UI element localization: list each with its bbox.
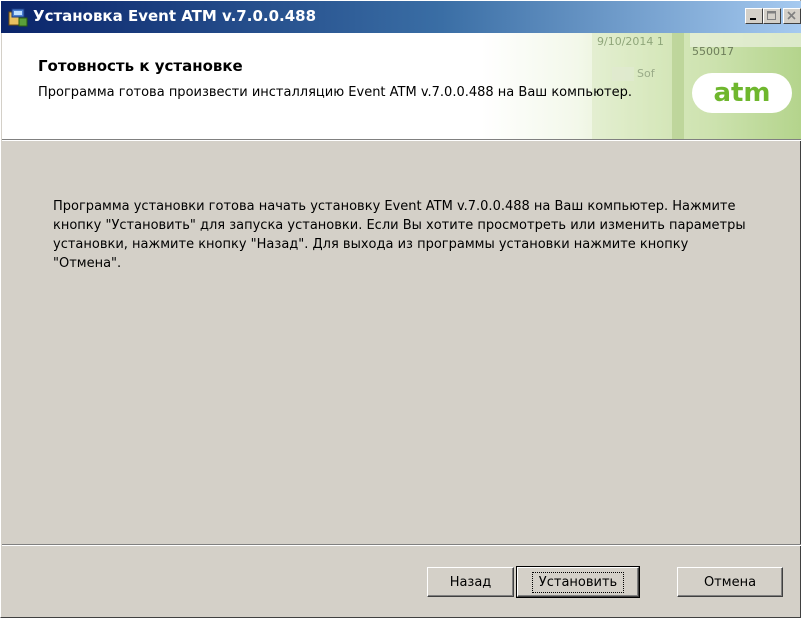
banner-sof-text: Sof <box>637 67 656 80</box>
window-title: Установка Event ATM v.7.0.0.488 <box>33 7 317 25</box>
install-button[interactable]: Установить <box>516 566 640 598</box>
maximize-icon <box>767 11 776 20</box>
installer-icon <box>8 8 28 27</box>
dialog-header: 9/10/2014 1 550017 Sof Готовность к уста… <box>2 33 801 139</box>
cancel-button-label: Отмена <box>703 574 757 590</box>
header-subtitle: Программа готова произвести инсталляцию … <box>38 85 632 100</box>
minimize-icon <box>750 18 756 20</box>
header-title: Готовность к установке <box>38 57 243 75</box>
atm-logo: atm <box>692 73 792 113</box>
install-button-label: Установить <box>531 571 625 593</box>
maximize-button[interactable] <box>763 8 781 24</box>
back-button[interactable]: Назад <box>427 567 514 597</box>
title-bar[interactable]: Установка Event ATM v.7.0.0.488 <box>1 1 801 33</box>
close-icon <box>787 11 796 20</box>
close-button[interactable] <box>783 8 801 24</box>
installer-window: Установка Event ATM v.7.0.0.488 9/10/201… <box>0 0 801 618</box>
header-divider <box>2 139 801 141</box>
banner-date-text: 9/10/2014 1 <box>597 35 664 48</box>
cancel-button[interactable]: Отмена <box>677 567 783 597</box>
body-text: Программа установки готова начать устано… <box>53 199 746 271</box>
footer-divider <box>2 544 801 546</box>
back-button-label: Назад <box>449 574 492 590</box>
banner-id-text: 550017 <box>692 45 734 58</box>
minimize-button[interactable] <box>745 8 763 24</box>
